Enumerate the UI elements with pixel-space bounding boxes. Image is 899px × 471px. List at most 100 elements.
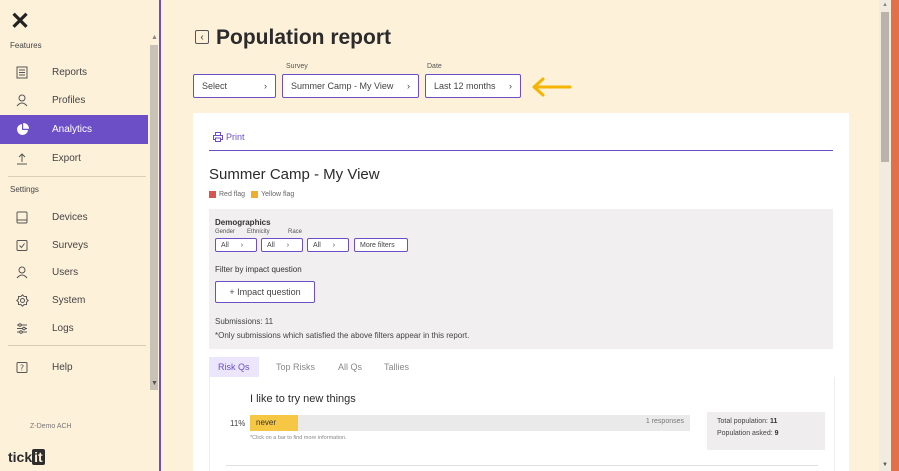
chevron-right-icon: ›	[240, 241, 244, 249]
response-bar[interactable]: never 1 responses	[250, 415, 690, 431]
total-population-label: Total population:	[717, 418, 768, 425]
race-label: Race	[288, 229, 303, 235]
sidebar-scrollbar[interactable]: ▲ ▼	[148, 30, 160, 390]
sidebar-item-label: Help	[52, 362, 73, 373]
reports-icon	[14, 65, 30, 81]
ethnicity-filter[interactable]: All ›	[261, 238, 303, 252]
sidebar-divider	[8, 345, 146, 346]
upload-icon	[14, 151, 30, 167]
tab-all-qs[interactable]: All Qs	[329, 357, 371, 377]
report-card: Print Summer Camp - My View Red flag Yel…	[193, 113, 849, 471]
race-filter[interactable]: All ›	[307, 238, 349, 252]
sidebar-item-logs[interactable]: Logs	[0, 314, 148, 343]
print-label: Print	[226, 132, 245, 142]
chevron-right-icon: ›	[264, 81, 267, 91]
survey-dropdown[interactable]: Summer Camp - My View ›	[282, 74, 419, 98]
sidebar-item-label: Surveys	[52, 240, 89, 251]
tab-risk-qs[interactable]: Risk Qs	[209, 357, 259, 377]
sidebar-item-help[interactable]: ? Help	[0, 353, 148, 382]
sidebar-item-surveys[interactable]: Surveys	[0, 231, 148, 260]
sidebar-item-label: Profiles	[52, 95, 86, 106]
svg-text:?: ?	[20, 364, 24, 373]
settings-section-label: Settings	[10, 185, 39, 194]
tab-top-risks[interactable]: Top Risks	[267, 357, 324, 377]
sliders-icon	[14, 321, 30, 337]
print-button[interactable]: Print	[213, 132, 245, 142]
sidebar-item-label: Export	[52, 153, 81, 164]
report-title: Summer Camp - My View	[209, 166, 380, 183]
tab-tallies[interactable]: Tallies	[375, 357, 418, 377]
yellow-flag-swatch	[251, 191, 259, 198]
ethnicity-label: Ethnicity	[247, 229, 270, 235]
sidebar-item-system[interactable]: System	[0, 286, 148, 315]
main-scrollbar[interactable]: ▲ ▼	[879, 0, 891, 471]
add-impact-question-button[interactable]: + Impact question	[215, 281, 315, 303]
sidebar-item-analytics[interactable]: Analytics	[0, 115, 148, 144]
features-section-label: Features	[10, 41, 42, 50]
sidebar-item-label: Users	[52, 267, 79, 278]
printer-icon	[213, 132, 223, 142]
scroll-up-icon[interactable]: ▲	[151, 34, 158, 41]
sidebar-divider	[8, 176, 146, 177]
tablet-icon	[14, 210, 30, 226]
population-stats: Total population: 11 Population asked: 9	[707, 412, 825, 450]
main-scroll-thumb[interactable]	[881, 12, 889, 162]
filters-note: *Only submissions which satisfied the ab…	[215, 331, 470, 340]
sidebar-item-devices[interactable]: Devices	[0, 203, 148, 232]
survey-dropdown-value: Summer Camp - My View	[291, 81, 394, 91]
page-title: Population report	[216, 26, 391, 49]
scroll-down-icon[interactable]: ▼	[151, 380, 158, 387]
survey-label: Survey	[286, 63, 308, 70]
select-dropdown-value: Select	[202, 81, 228, 91]
organization-name: Z-Demo ACH	[30, 423, 72, 430]
report-tabs: Risk Qs Top Risks All Qs Tallies	[209, 357, 833, 378]
sidebar-scroll-thumb[interactable]	[150, 45, 158, 390]
sidebar-item-profiles[interactable]: Profiles	[0, 86, 148, 115]
chevron-right-icon: ›	[509, 81, 512, 91]
date-dropdown-value: Last 12 months	[434, 81, 496, 91]
sidebar-item-reports[interactable]: Reports	[0, 58, 148, 87]
tickit-logo: tick it	[8, 449, 45, 465]
select-dropdown[interactable]: Select ›	[193, 74, 276, 98]
filters-panel: Demographics Gender Ethnicity Race All ›…	[209, 209, 833, 349]
date-dropdown[interactable]: Last 12 months ›	[425, 74, 521, 98]
close-icon[interactable]: ✕	[10, 10, 30, 34]
divider	[209, 150, 833, 151]
red-flag-label: Red flag	[219, 191, 246, 198]
gender-label: Gender	[215, 229, 236, 235]
chevron-right-icon: ›	[407, 81, 410, 91]
sidebar-item-label: Devices	[52, 212, 88, 223]
demographics-heading: Demographics	[215, 218, 271, 227]
checkbox-icon	[14, 238, 30, 254]
chevron-right-icon: ›	[286, 241, 290, 249]
submissions-count: Submissions: 11	[215, 317, 274, 326]
gender-filter[interactable]: All ›	[215, 238, 257, 252]
chevron-left-icon: ‹	[200, 31, 204, 43]
pie-chart-icon	[14, 122, 30, 138]
scroll-down-icon[interactable]: ▼	[882, 462, 888, 468]
scroll-up-icon[interactable]: ▲	[882, 2, 888, 8]
gear-icon	[14, 293, 30, 309]
sidebar-item-export[interactable]: Export	[0, 144, 148, 173]
response-count: 1 responses	[645, 418, 684, 425]
impact-heading: Filter by impact question	[215, 265, 302, 274]
question-divider	[226, 465, 818, 466]
bar-hint: *Click on a bar to find more information…	[250, 435, 347, 441]
more-filters-button[interactable]: More filters	[354, 238, 408, 252]
sidebar-item-label: Analytics	[52, 124, 93, 135]
profile-icon	[14, 93, 30, 109]
window-edge	[891, 0, 899, 471]
user-icon	[14, 265, 30, 281]
back-button[interactable]: ‹	[195, 30, 209, 44]
arrow-annotation-icon	[532, 77, 572, 97]
red-flag-swatch	[209, 191, 216, 198]
sidebar-item-users[interactable]: Users	[0, 258, 148, 287]
population-asked-value: 9	[774, 430, 779, 437]
question-title: I like to try new things	[250, 393, 356, 405]
chevron-right-icon: ›	[332, 241, 336, 249]
question-percent: 11%	[230, 419, 246, 428]
sidebar-item-label: Logs	[52, 323, 74, 334]
response-bar-label: never	[256, 418, 277, 427]
sidebar-item-label: Reports	[52, 67, 88, 78]
total-population-value: 11	[769, 418, 778, 425]
